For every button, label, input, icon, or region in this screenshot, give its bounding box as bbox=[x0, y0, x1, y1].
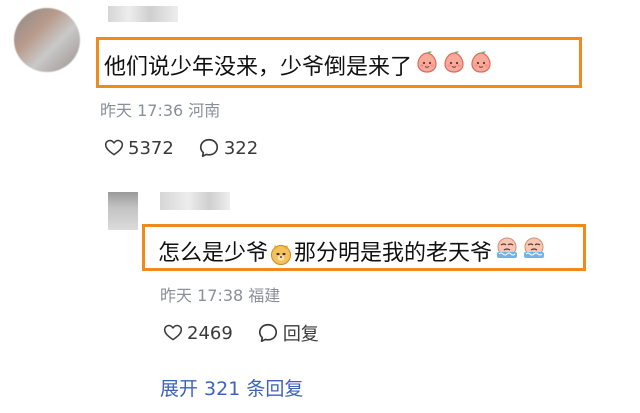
like-button[interactable]: 5372 bbox=[104, 138, 174, 159]
crying-face-emoji bbox=[497, 237, 518, 258]
expand-replies-link[interactable]: 展开 321 条回复 bbox=[160, 374, 303, 401]
comment-bubble-icon bbox=[258, 323, 277, 343]
emoji-group bbox=[412, 50, 493, 74]
crying-face-emoji bbox=[524, 237, 545, 258]
comment-body: 他们说少年没来，少爷倒是来了 bbox=[104, 55, 413, 80]
doge-emoji bbox=[271, 245, 292, 265]
heart-icon bbox=[163, 324, 183, 341]
like-count: 5372 bbox=[128, 137, 174, 159]
comment-timestamp: 昨天 17:36 bbox=[100, 101, 184, 120]
comment-actions: 5372 322 bbox=[104, 137, 258, 159]
reply-meta: 昨天 17:38 福建 bbox=[160, 282, 280, 306]
heart-icon bbox=[104, 139, 124, 156]
reply-name-blurred[interactable] bbox=[160, 192, 230, 210]
reply-body-end: 那分明是我的老天爷 bbox=[294, 241, 493, 266]
commenter-name-blurred[interactable] bbox=[108, 6, 178, 22]
comment-meta: 昨天 17:36 河南 bbox=[100, 97, 220, 121]
reply-button[interactable]: 回复 bbox=[257, 320, 319, 346]
like-button[interactable]: 2469 bbox=[163, 323, 233, 344]
comment-location: 河南 bbox=[188, 101, 221, 120]
like-count: 2469 bbox=[187, 322, 233, 344]
emoji-group bbox=[492, 236, 546, 260]
reply-count: 322 bbox=[223, 137, 259, 159]
commenter-avatar[interactable] bbox=[14, 8, 80, 72]
peach-face-emoji bbox=[417, 51, 437, 73]
reply-timestamp: 昨天 17:38 bbox=[160, 286, 244, 305]
reply-label: 回复 bbox=[282, 324, 319, 345]
reply-actions: 2469 回复 bbox=[163, 320, 319, 346]
reply-count-button[interactable]: 322 bbox=[198, 137, 258, 159]
peach-face-emoji bbox=[471, 51, 491, 73]
comment-bubble-icon bbox=[199, 138, 218, 158]
comment-text: 他们说少年没来，少爷倒是来了 bbox=[104, 50, 493, 80]
peach-face-emoji bbox=[444, 51, 464, 73]
reply-body-start: 怎么是少爷 bbox=[158, 241, 269, 266]
reply-text: 怎么是少爷 那分明是我的老天爷 bbox=[158, 236, 546, 266]
reply-location: 福建 bbox=[248, 286, 281, 305]
reply-avatar[interactable] bbox=[108, 192, 138, 230]
